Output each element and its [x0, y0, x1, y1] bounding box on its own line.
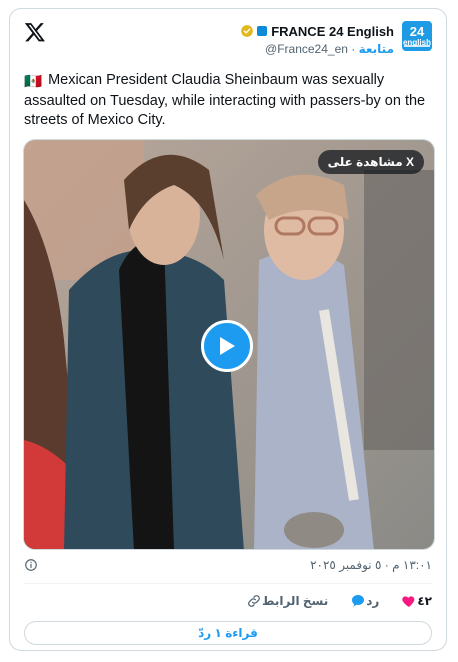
- account-handle[interactable]: @France24_en: [265, 42, 348, 56]
- tweet-header: FRANCE 24 English @France24_en · متابعة …: [236, 21, 432, 61]
- watch-on-x-badge[interactable]: مشاهدة على X: [317, 150, 424, 174]
- x-logo-icon[interactable]: [24, 21, 46, 43]
- read-replies-button[interactable]: قراءة ١ ردّ: [24, 621, 432, 645]
- copy-link-label: نسخ الرابط: [262, 594, 329, 608]
- info-icon[interactable]: [24, 558, 38, 572]
- video-thumbnail[interactable]: مشاهدة على X: [23, 139, 435, 550]
- affiliate-logo-icon: [257, 26, 268, 36]
- avatar-wave-icon: [404, 45, 430, 47]
- reply-bubble-icon: [352, 595, 365, 607]
- actions-row: ٤٢ رد نسخ الرابط: [24, 590, 432, 612]
- tweet-info-row: ١٣:٠١ م · ٥ نوفمبر ٢٠٢٥: [24, 557, 432, 573]
- divider: [24, 583, 432, 584]
- account-name[interactable]: FRANCE 24 English: [271, 24, 394, 39]
- separator: ·: [351, 42, 356, 56]
- reply-button[interactable]: رد: [346, 593, 379, 609]
- avatar[interactable]: 24 english: [402, 21, 432, 51]
- copy-link-button[interactable]: نسخ الرابط: [242, 593, 328, 609]
- avatar-number: 24: [409, 24, 425, 39]
- account-info: FRANCE 24 English @France24_en · متابعة: [236, 21, 394, 56]
- play-icon: [220, 337, 235, 355]
- heart-icon: [402, 596, 415, 607]
- like-button[interactable]: ٤٢: [397, 593, 432, 609]
- link-icon: [248, 595, 260, 607]
- mexico-flag-icon: 🇲🇽: [24, 74, 43, 90]
- timestamp[interactable]: ١٣:٠١ م · ٥ نوفمبر ٢٠٢٥: [310, 558, 432, 572]
- tweet-text-block: 🇲🇽 Mexican President Claudia Sheinbaum wa…: [24, 71, 434, 130]
- reply-label: رد: [366, 594, 380, 608]
- follow-button[interactable]: متابعة: [359, 42, 394, 56]
- tweet-card: FRANCE 24 English @France24_en · متابعة …: [9, 8, 447, 651]
- verified-badge-icon: [241, 25, 254, 37]
- tweet-text: Mexican President Claudia Sheinbaum was …: [24, 72, 426, 128]
- account-handle-row: @France24_en · متابعة: [265, 42, 394, 56]
- like-count: ٤٢: [417, 594, 432, 608]
- play-button[interactable]: [201, 320, 253, 372]
